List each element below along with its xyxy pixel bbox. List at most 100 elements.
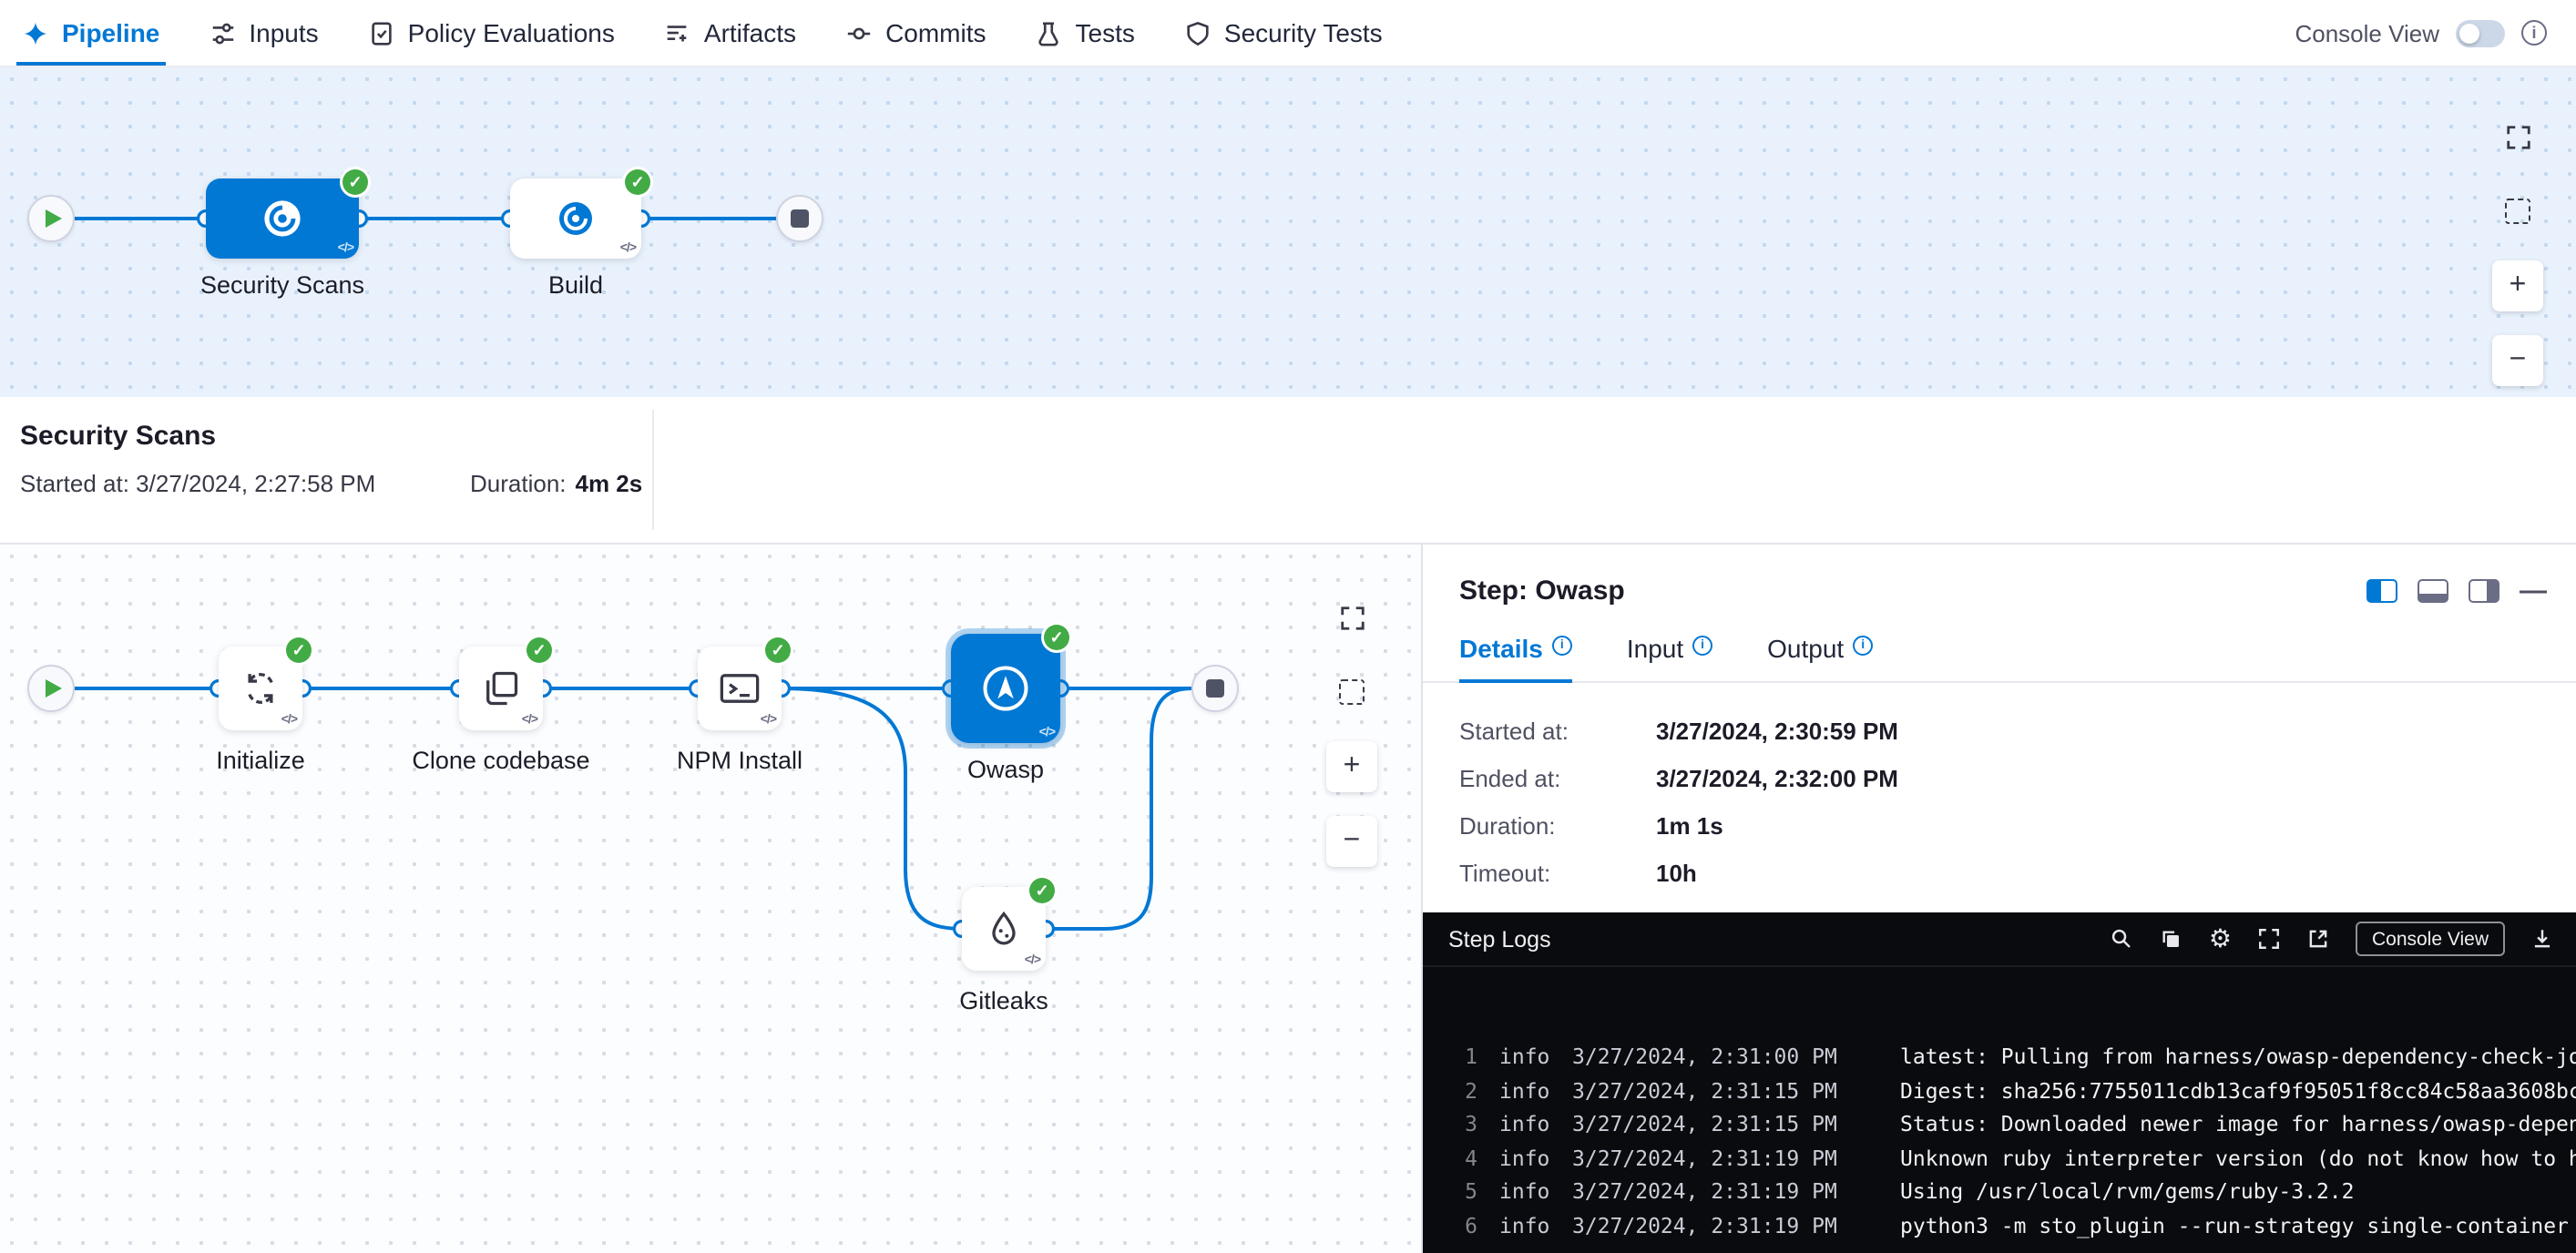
log-line-number: 1 <box>1452 1040 1477 1074</box>
duration-value: 4m 2s <box>576 470 643 497</box>
stage-title: Security Scans <box>20 421 216 452</box>
layout-fill <box>2419 594 2447 601</box>
info-icon: i <box>1552 636 1572 656</box>
detail-label: Started at: <box>1459 718 1656 745</box>
log-row: 1 info 3/27/2024, 2:31:00 PM latest: Pul… <box>1452 1040 2576 1074</box>
fullscreen-button[interactable] <box>2492 111 2543 162</box>
top-nav: Pipeline Inputs Policy Evaluations Artif… <box>0 0 2576 67</box>
log-line-number: 5 <box>1452 1175 1477 1208</box>
log-message: Unknown ruby interpreter version (do not… <box>1900 1141 2576 1175</box>
open-logs-new-tab-button[interactable] <box>2306 927 2330 951</box>
stage-node-build[interactable]: </> ✓ <box>510 178 641 259</box>
marquee-icon <box>2505 199 2530 224</box>
log-timestamp: 3/27/2024, 2:31:00 PM <box>1572 1040 1878 1074</box>
log-level: info <box>1499 1208 1554 1242</box>
download-icon <box>2530 927 2554 951</box>
step-node-owasp[interactable]: </> ✓ <box>951 634 1060 743</box>
build-stage-icon <box>556 199 596 239</box>
console-view-button[interactable]: Console View <box>2356 922 2505 956</box>
success-badge: ✓ <box>286 637 312 663</box>
fullscreen-icon <box>1338 604 1365 631</box>
tab-security-tests[interactable]: Security Tests <box>1184 0 1383 66</box>
log-timestamp: 3/27/2024, 2:31:15 PM <box>1572 1107 1878 1141</box>
log-timestamp: 3/27/2024, 2:31:15 PM <box>1572 1074 1878 1107</box>
step-node-gitleaks[interactable]: </> ✓ <box>962 887 1046 971</box>
npm-install-terminal-icon <box>718 668 762 708</box>
log-settings-button[interactable]: ⚙ <box>2209 927 2232 951</box>
layout-split-right-icon[interactable] <box>2469 579 2499 603</box>
stage-info-bar: Security Scans Started at: 3/27/2024, 2:… <box>0 397 2576 545</box>
step-details-panel: Step: Owasp — Details i Input i <box>1423 545 2576 1253</box>
log-row: 6 info 3/27/2024, 2:31:19 PM python3 -m … <box>1452 1208 2576 1242</box>
info-icon[interactable]: i <box>2521 20 2547 46</box>
stage-end-node[interactable] <box>776 195 823 242</box>
layout-split-left-icon[interactable] <box>2366 579 2397 603</box>
tab-input[interactable]: Input i <box>1627 634 1712 681</box>
tab-pipeline[interactable]: Pipeline <box>22 0 159 66</box>
code-badge: </> <box>1025 954 1040 967</box>
copy-logs-button[interactable] <box>2160 927 2183 951</box>
step-start-node[interactable] <box>27 665 75 712</box>
step-graph-canvas[interactable]: </> ✓ Initialize </> ✓ Clone codebase </… <box>0 545 1423 1253</box>
log-line-number: 6 <box>1452 1208 1477 1242</box>
tab-label: Details <box>1459 634 1543 663</box>
stage-node-security-scans[interactable]: </> ✓ <box>206 178 359 259</box>
tab-commits[interactable]: Commits <box>845 0 986 66</box>
clone-codebase-icon <box>481 668 521 708</box>
marquee-select-button[interactable] <box>2492 186 2543 237</box>
marquee-select-button[interactable] <box>1326 667 1377 718</box>
tab-label: Artifacts <box>704 18 796 47</box>
log-row: 3 info 3/27/2024, 2:31:15 PM Status: Dow… <box>1452 1107 2576 1141</box>
log-line-number: 4 <box>1452 1141 1477 1175</box>
minimize-panel-button[interactable]: — <box>2520 582 2547 600</box>
step-end-node[interactable] <box>1191 665 1239 712</box>
inputs-icon <box>209 19 236 46</box>
tab-tests[interactable]: Tests <box>1036 0 1135 66</box>
step-node-label: Initialize <box>142 747 379 774</box>
zoom-in-button[interactable]: + <box>2492 260 2543 311</box>
detail-label: Timeout: <box>1459 860 1656 887</box>
info-icon: i <box>1692 636 1712 656</box>
tab-artifacts[interactable]: Artifacts <box>664 0 796 66</box>
step-node-label: NPM Install <box>621 747 858 774</box>
layout-bottom-icon[interactable] <box>2418 579 2448 603</box>
fullscreen-button[interactable] <box>1326 592 1377 643</box>
step-panel-title: Step: Owasp <box>1459 576 1625 606</box>
tab-policy-evaluations[interactable]: Policy Evaluations <box>368 0 615 66</box>
console-view-toggle[interactable] <box>2456 19 2505 46</box>
log-row: 5 info 3/27/2024, 2:31:19 PM Using /usr/… <box>1452 1175 2576 1208</box>
pipeline-icon <box>22 19 49 46</box>
expand-logs-button[interactable] <box>2257 927 2281 951</box>
log-level: info <box>1499 1141 1554 1175</box>
step-node-clone-codebase[interactable]: </> ✓ <box>459 647 543 730</box>
stage-graph-canvas[interactable]: </> ✓ Security Scans </> ✓ Build + − <box>0 67 2576 397</box>
download-logs-button[interactable] <box>2530 927 2554 951</box>
stage-start-node[interactable] <box>27 195 75 242</box>
code-badge: </> <box>338 242 353 255</box>
lower-split: </> ✓ Initialize </> ✓ Clone codebase </… <box>0 545 2576 1253</box>
log-row: 4 info 3/27/2024, 2:31:19 PM Unknown rub… <box>1452 1141 2576 1175</box>
search-logs-button[interactable] <box>2111 927 2134 951</box>
tab-inputs[interactable]: Inputs <box>209 0 318 66</box>
info-icon: i <box>1853 636 1873 656</box>
stage-node-label: Security Scans <box>164 271 401 299</box>
tab-output[interactable]: Output i <box>1767 634 1873 681</box>
code-badge: </> <box>761 714 776 727</box>
tab-details[interactable]: Details i <box>1459 634 1572 681</box>
log-lines[interactable]: 1 info 3/27/2024, 2:31:00 PM latest: Pul… <box>1423 967 2576 1253</box>
step-node-npm-install[interactable]: </> ✓ <box>698 647 782 730</box>
zoom-out-button[interactable]: − <box>2492 335 2543 386</box>
zoom-out-button[interactable]: − <box>1326 816 1377 867</box>
log-timestamp: 3/27/2024, 2:31:19 PM <box>1572 1208 1878 1242</box>
log-row: 2 info 3/27/2024, 2:31:15 PM Digest: sha… <box>1452 1074 2576 1107</box>
zoom-in-button[interactable]: + <box>1326 741 1377 792</box>
stage-duration: Duration:4m 2s <box>470 470 642 497</box>
step-node-initialize[interactable]: </> ✓ <box>219 647 302 730</box>
step-node-label: Owasp <box>887 756 1124 783</box>
initialize-refresh-icon <box>240 668 281 708</box>
tab-label: Inputs <box>249 18 318 47</box>
security-tests-icon <box>1184 19 1211 46</box>
log-level: info <box>1499 1040 1554 1074</box>
tab-label: Pipeline <box>62 18 159 47</box>
stage-canvas-controls: + − <box>2492 111 2543 386</box>
